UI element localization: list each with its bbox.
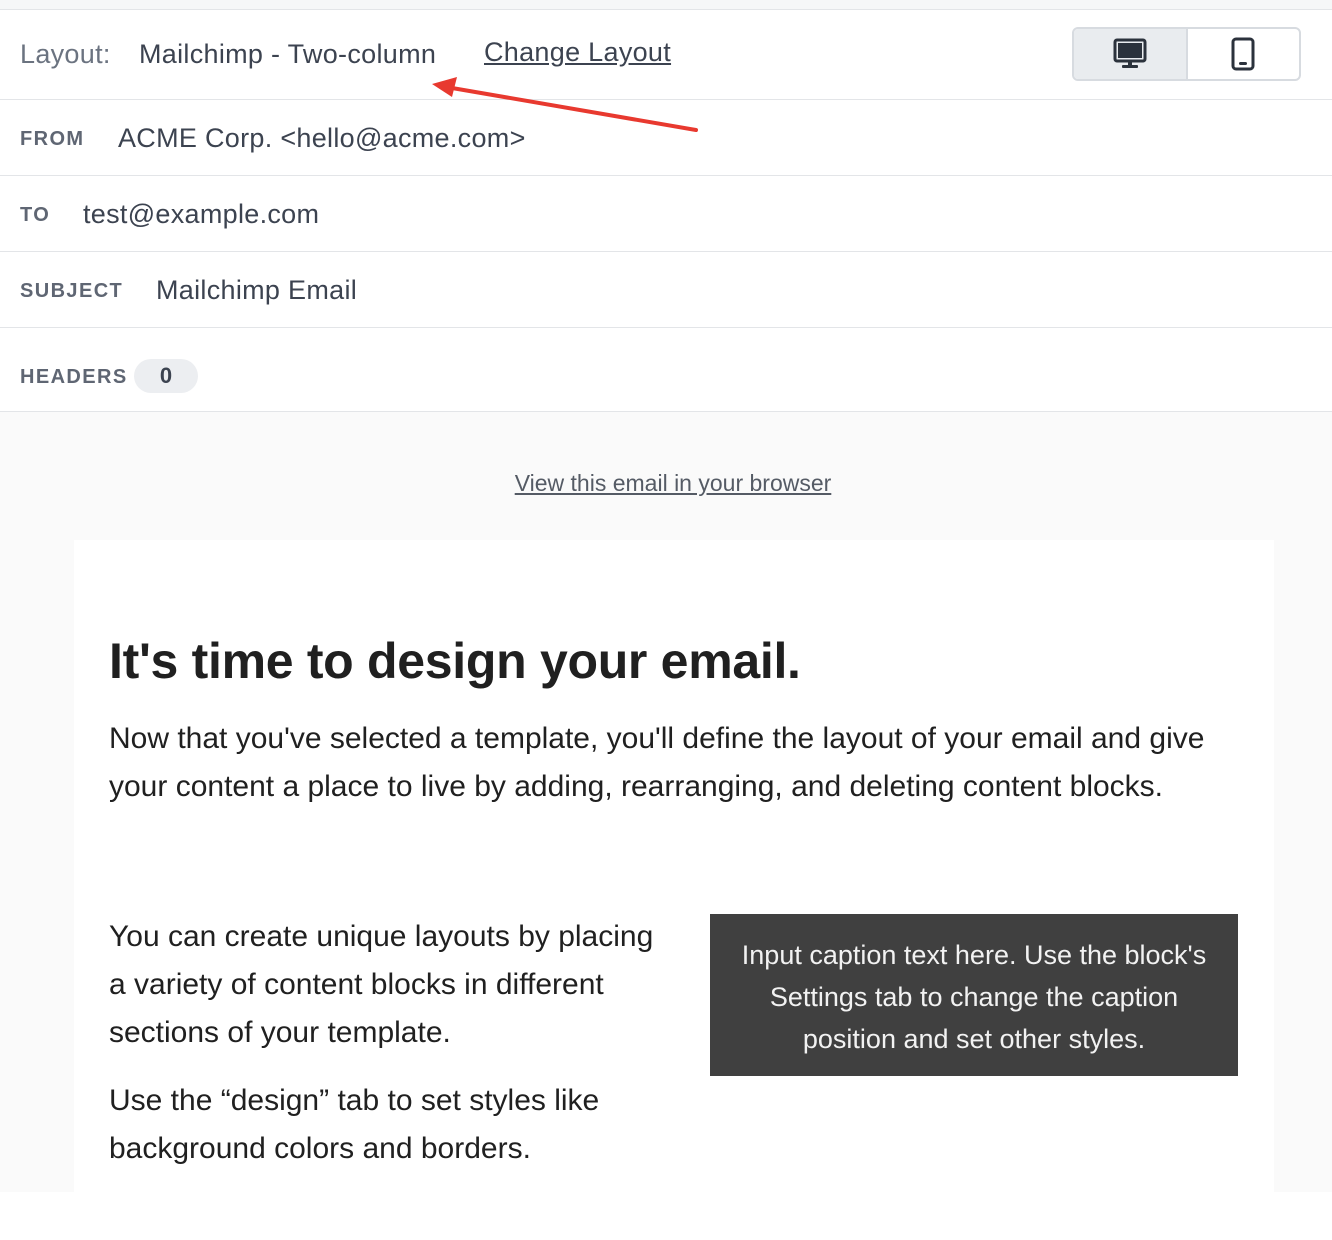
subject-value: Mailchimp Email — [156, 275, 358, 305]
layout-name: Mailchimp - Two-column — [139, 39, 437, 69]
to-label: TO — [20, 204, 51, 226]
image-caption-block: Input caption text here. Use the block's… — [710, 914, 1238, 1076]
left-column-text-1: You can create unique layouts by placing… — [109, 920, 654, 1049]
email-body: It's time to design your email. Now that… — [74, 540, 1274, 1240]
subject-row: SUBJECT Mailchimp Email — [0, 252, 1332, 328]
view-in-browser-link[interactable]: View this email in your browser — [0, 470, 1332, 497]
mobile-preview-button[interactable] — [1188, 29, 1300, 79]
email-heading: It's time to design your email. — [109, 633, 801, 689]
layout-row: Layout: Mailchimp - Two-column Change La… — [0, 10, 1332, 100]
from-label: FROM — [20, 128, 85, 150]
headers-row[interactable]: HEADERS 0 — [0, 328, 1332, 412]
headers-label: HEADERS — [20, 366, 128, 388]
change-layout-link[interactable]: Change Layout — [484, 37, 671, 68]
desktop-icon — [1113, 38, 1147, 68]
email-preview: View this email in your browser It's tim… — [0, 412, 1332, 1240]
device-toggle — [1072, 27, 1301, 81]
subject-label: SUBJECT — [20, 280, 124, 302]
to-row: TO test@example.com — [0, 176, 1332, 252]
desktop-preview-button[interactable] — [1074, 29, 1188, 79]
email-intro-text: Now that you've selected a template, you… — [109, 722, 1205, 803]
headers-count-badge[interactable]: 0 — [134, 359, 198, 393]
left-column-text-2: Use the “design” tab to set styles like … — [109, 1084, 600, 1165]
mobile-icon — [1231, 37, 1255, 71]
to-value: test@example.com — [83, 199, 320, 229]
from-value: ACME Corp. <hello@acme.com> — [118, 123, 526, 153]
layout-label: Layout: — [20, 39, 111, 69]
top-strip — [0, 0, 1332, 10]
from-row: FROM ACME Corp. <hello@acme.com> — [0, 100, 1332, 176]
